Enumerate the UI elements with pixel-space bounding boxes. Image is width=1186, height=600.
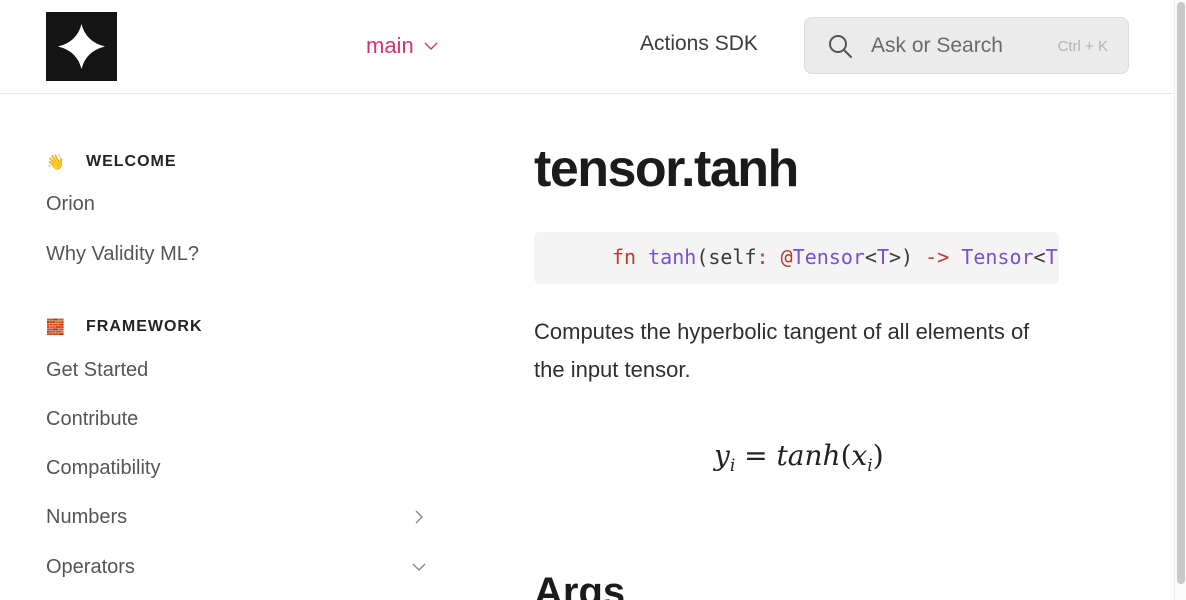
- code-signature: fn tanh(self: @Tensor<T>) -> Tensor<T: [612, 245, 1058, 269]
- sidebar-item-orion[interactable]: Orion: [46, 193, 430, 216]
- args-heading: Args: [534, 570, 626, 600]
- sidebar-item-label: Compatibility: [46, 457, 161, 479]
- sidebar-item-label: Get Started: [46, 359, 149, 381]
- code-colon: :: [756, 245, 769, 269]
- formula-eq: =: [744, 439, 768, 472]
- code-return-type-param: T: [1045, 245, 1058, 269]
- version-label: main: [366, 33, 414, 58]
- top-header: main Actions SDK Ask or Search Ctrl + K: [0, 0, 1174, 94]
- code-at: @: [780, 245, 793, 269]
- search-box[interactable]: Ask or Search Ctrl + K: [804, 17, 1129, 74]
- code-params-open: (self: [696, 245, 757, 269]
- sidebar: 👋 WELCOME Orion Why Validity ML? 🧱 FRAME…: [0, 95, 460, 600]
- sidebar-item-contribute[interactable]: Contribute: [46, 408, 430, 431]
- code-type-tensor: Tensor: [792, 245, 865, 269]
- search-shortcut-hint: Ctrl + K: [1057, 38, 1108, 55]
- page-title: tensor.tanh: [534, 140, 799, 198]
- sidebar-item-label: Why Validity ML?: [46, 243, 200, 265]
- main-content: tensor.tanh fn tanh(self: @Tensor<T>) ->…: [534, 95, 1094, 600]
- code-lt: <: [1033, 245, 1046, 269]
- formula-arg: x: [851, 439, 868, 472]
- code-gt-close: >): [889, 245, 914, 269]
- chevron-down-icon[interactable]: [412, 560, 426, 574]
- code-type-param: T: [876, 245, 890, 269]
- code-function-name: tanh: [648, 245, 697, 269]
- scrollbar-thumb[interactable]: [1177, 2, 1185, 584]
- formula-lhs-sub: i: [729, 456, 736, 476]
- sidebar-item-label: Numbers: [46, 506, 128, 528]
- code-arrow: ->: [925, 245, 950, 269]
- code-return-type: Tensor: [961, 245, 1034, 269]
- search-placeholder: Ask or Search: [871, 33, 1003, 57]
- sidebar-item-operators[interactable]: Operators: [46, 556, 430, 579]
- chevron-right-icon[interactable]: [412, 510, 426, 524]
- math-formula: yi = tanh(xi): [714, 439, 884, 476]
- formula-lhs: y: [714, 439, 730, 472]
- code-keyword-fn: fn: [612, 245, 637, 269]
- page-scrollbar[interactable]: [1174, 0, 1186, 600]
- formula-fn: tanh: [776, 439, 841, 472]
- version-selector[interactable]: main: [366, 33, 438, 59]
- waving-hand-icon: 👋: [46, 154, 66, 171]
- section-title: FRAMEWORK: [86, 318, 203, 335]
- code-block: fn tanh(self: @Tensor<T>) -> Tensor<T: [534, 232, 1059, 284]
- sidebar-item-label: Operators: [46, 556, 135, 578]
- actions-sdk-link[interactable]: Actions SDK: [640, 32, 758, 56]
- sidebar-item-get-started[interactable]: Get Started: [46, 359, 430, 382]
- description-text: Computes the hyperbolic tangent of all e…: [534, 319, 1030, 382]
- sidebar-item-compatibility[interactable]: Compatibility: [46, 457, 430, 480]
- sidebar-item-numbers[interactable]: Numbers: [46, 506, 430, 529]
- code-lt: <: [864, 245, 877, 269]
- logo-icon[interactable]: [46, 12, 117, 81]
- section-title: WELCOME: [86, 153, 177, 170]
- sidebar-item-label: Contribute: [46, 408, 139, 430]
- framework-icon: 🧱: [46, 319, 66, 336]
- sidebar-section-welcome: 👋 WELCOME: [46, 153, 177, 171]
- sidebar-section-framework: 🧱 FRAMEWORK: [46, 318, 203, 336]
- chevron-down-icon: [424, 42, 438, 50]
- search-icon: [829, 34, 852, 58]
- sidebar-item-label: Orion: [46, 193, 95, 215]
- sidebar-item-why-validity-ml[interactable]: Why Validity ML?: [46, 243, 430, 266]
- formula-arg-sub: i: [867, 456, 873, 476]
